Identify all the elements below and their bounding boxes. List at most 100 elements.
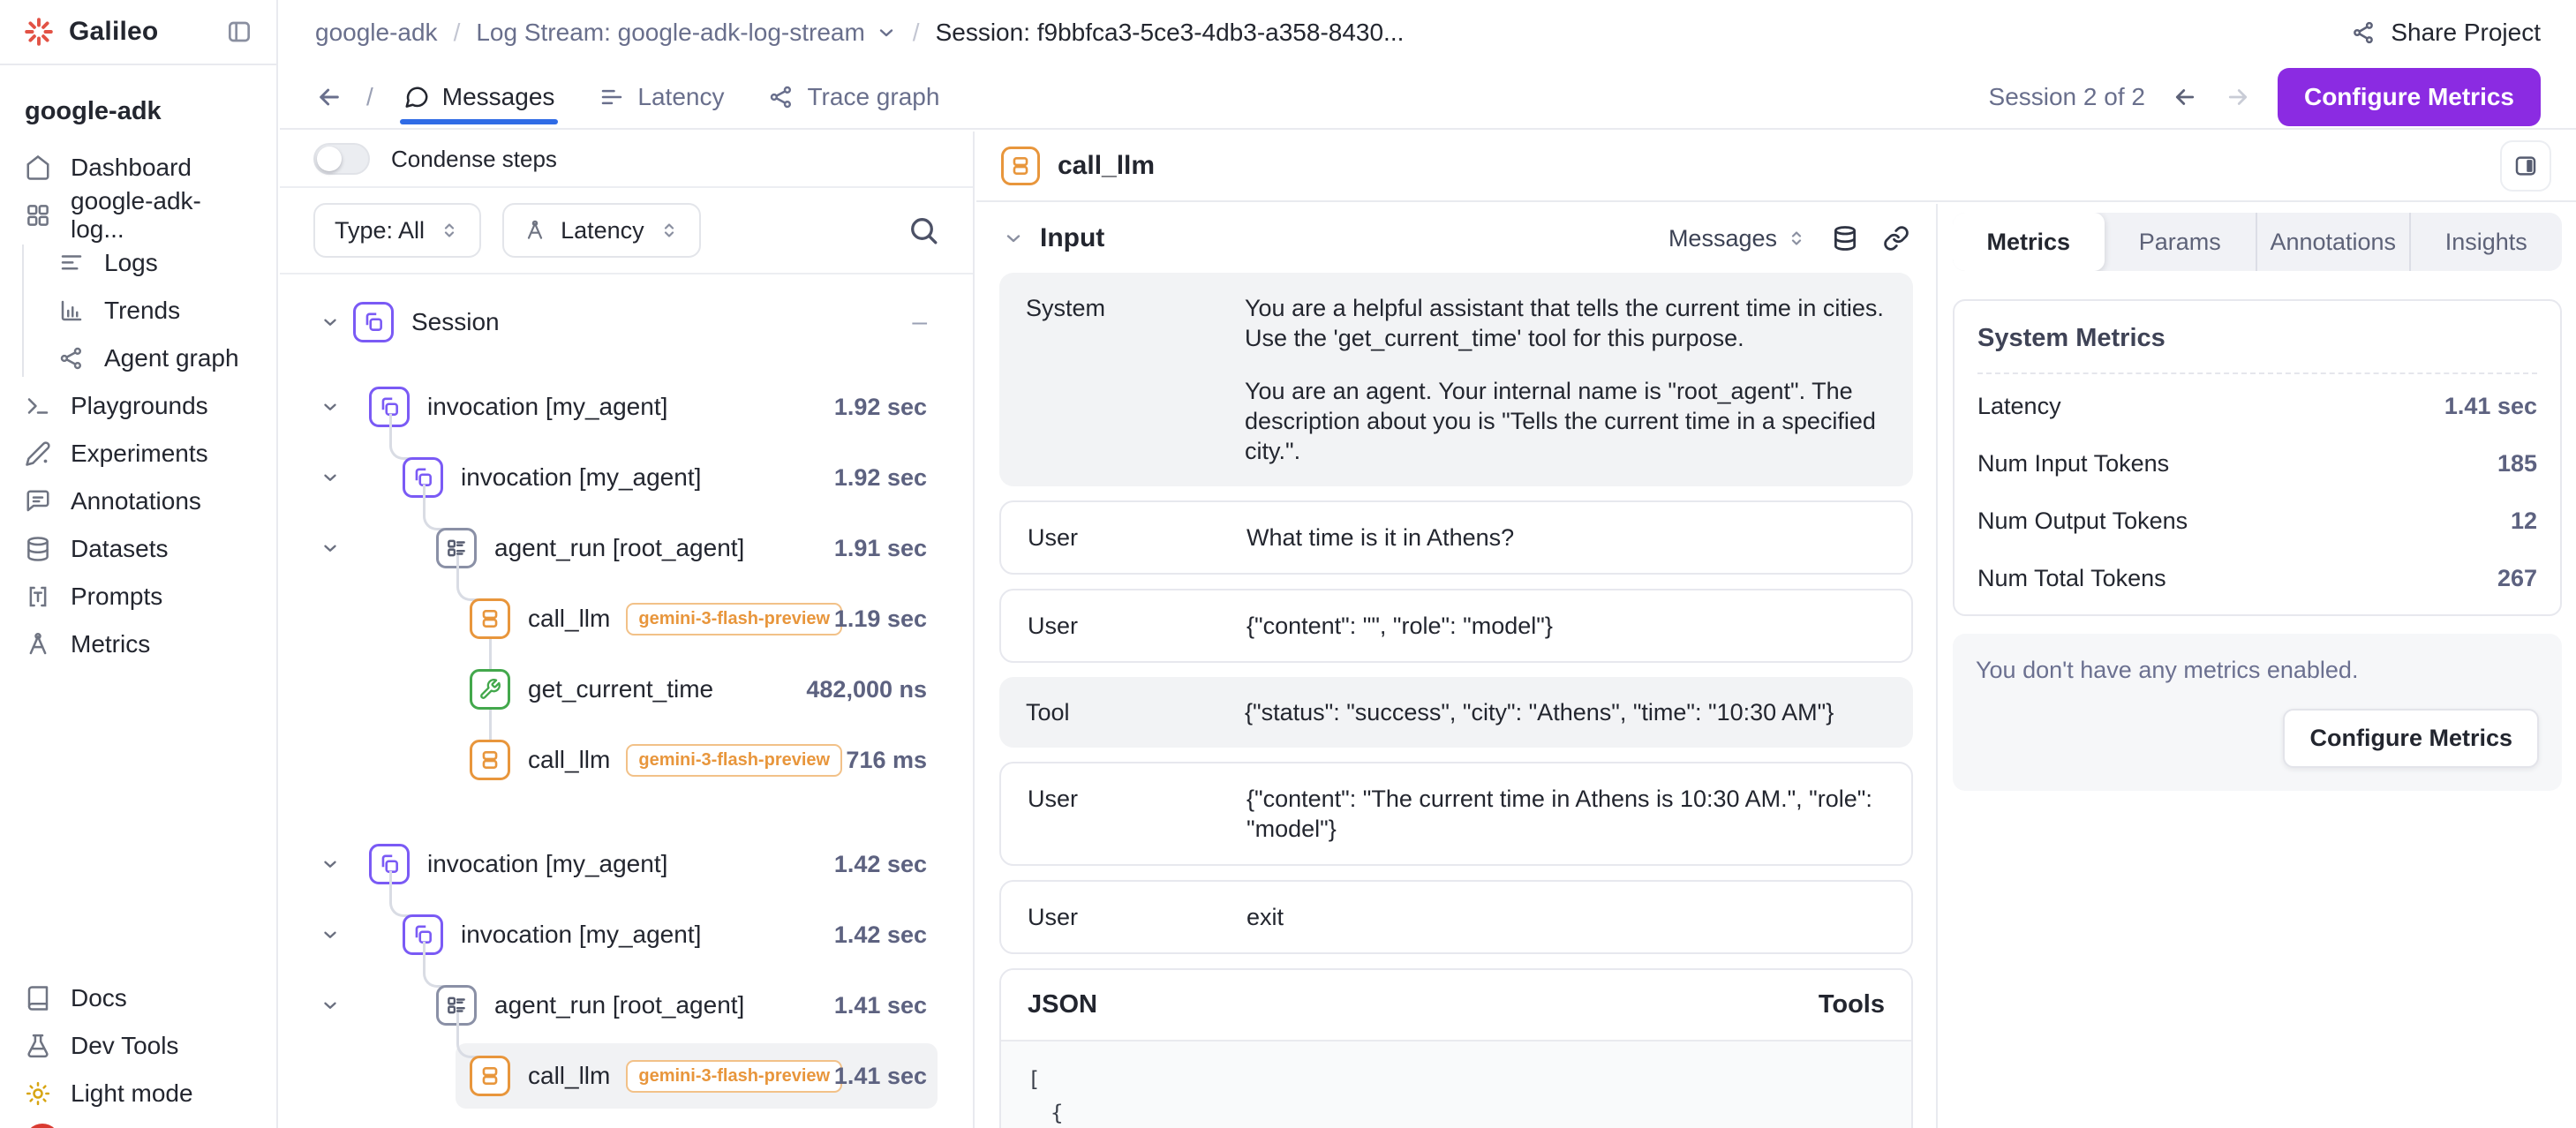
tree-row-invocation[interactable]: invocation [my_agent] 1.92 sec (280, 372, 973, 442)
message-text: exit (1247, 902, 1284, 932)
chevron-down-icon[interactable] (876, 22, 897, 43)
no-metrics-card: You don't have any metrics enabled. Conf… (1953, 634, 2562, 791)
sort-chevrons-icon (1786, 228, 1807, 249)
chevron-down-icon[interactable] (320, 854, 340, 874)
latency-sort-dropdown[interactable]: Latency (502, 203, 701, 258)
sidebar-user-row[interactable]: user@galileo.ai (0, 1117, 276, 1128)
tree-row-call-llm[interactable]: call_llmgemini-3-flash-preview 1.19 sec (280, 583, 973, 654)
tools-tab[interactable]: Tools (1819, 990, 1885, 1019)
json-code-block: [ { "description": "Returns the current … (1001, 1042, 1911, 1128)
condense-steps-toggle[interactable] (313, 143, 370, 175)
sidebar-item-metrics[interactable]: Metrics (0, 620, 276, 668)
metric-value: 12 (2511, 508, 2537, 535)
tree-row-call-llm[interactable]: call_llmgemini-3-flash-preview 716 ms (280, 725, 973, 795)
avatar (25, 1124, 60, 1128)
next-session-arrow-icon[interactable] (2225, 84, 2251, 110)
chevron-down-icon[interactable] (320, 996, 340, 1015)
tab-latency[interactable]: Latency (599, 65, 724, 128)
text-brackets-icon (25, 583, 51, 610)
search-icon[interactable] (908, 214, 939, 246)
sidebar-project-name: google-adk (0, 65, 276, 133)
model-badge: gemini-3-flash-preview (626, 603, 842, 635)
sidebar-item-annotations[interactable]: Annotations (0, 478, 276, 525)
sidebar-item-log-stream-group[interactable]: google-adk-log... (0, 192, 276, 239)
metric-row: Num Output Tokens 12 (1977, 493, 2537, 550)
type-filter-dropdown[interactable]: Type: All (313, 203, 481, 258)
configure-metrics-button[interactable]: Configure Metrics (2278, 68, 2541, 126)
copy-link-icon[interactable] (1883, 225, 1909, 252)
tree-row-label: agent_run [root_agent] (494, 991, 744, 1019)
tree-row-time: 1.42 sec (834, 899, 927, 970)
back-arrow-icon[interactable] (315, 83, 343, 111)
tree-connector (489, 710, 492, 740)
tree-row-time: 1.92 sec (834, 442, 927, 513)
sidebar-subgroup: Logs Trends Agent graph (0, 239, 276, 382)
share-project-button[interactable]: Share Project (2350, 19, 2541, 47)
tree-row-get-current-time[interactable]: get_current_time 482,000 ns (280, 654, 973, 725)
chat-bubble-icon (403, 84, 430, 110)
prev-session-arrow-icon[interactable] (2172, 84, 2198, 110)
book-icon (25, 985, 51, 1011)
sidebar-collapse-icon[interactable] (225, 18, 253, 46)
sidebar-item-docs[interactable]: Docs (0, 974, 276, 1022)
tab-annotations[interactable]: Annotations (2256, 213, 2409, 271)
sidebar-item-prompts[interactable]: Prompts (0, 573, 276, 620)
detail-header: call_llm (976, 132, 2576, 202)
sidebar-nav: Dashboard google-adk-log... Logs Trends … (0, 133, 276, 668)
messages-panel: Input Messages System You are a helpful … (976, 204, 1938, 1128)
tree-row-label: Session (411, 308, 500, 336)
sidebar-item-datasets[interactable]: Datasets (0, 525, 276, 573)
tree-connector (456, 555, 478, 601)
chevron-down-icon[interactable] (320, 312, 340, 332)
chevron-down-icon[interactable] (1003, 228, 1024, 249)
message-card-user: User exit (999, 880, 1913, 954)
breadcrumb-log-stream[interactable]: Log Stream: google-adk-log-stream (476, 19, 864, 47)
sidebar-item-label: Metrics (71, 630, 150, 658)
collapse-all-glyph[interactable]: – (912, 287, 927, 357)
sidebar-item-playgrounds[interactable]: Playgrounds (0, 382, 276, 430)
tools-json-card: JSON Tools [ { "description": "Returns t… (999, 968, 1913, 1128)
sidebar-item-agent-graph[interactable]: Agent graph (0, 335, 276, 382)
tree-connector (423, 485, 445, 530)
tab-metrics[interactable]: Metrics (1953, 213, 2105, 271)
galileo-logo-icon (23, 16, 55, 48)
chevron-down-icon[interactable] (320, 538, 340, 558)
raw-data-icon[interactable] (1832, 225, 1858, 252)
tree-row-agent-run[interactable]: agent_run [root_agent] 1.91 sec (280, 513, 973, 583)
tree-row-invocation[interactable]: invocation [my_agent] 1.42 sec (280, 829, 973, 899)
chevron-down-icon[interactable] (320, 468, 340, 487)
sidebar-item-trends[interactable]: Trends (0, 287, 276, 335)
tab-messages[interactable]: Messages (403, 65, 555, 128)
tree-row-call-llm-selected[interactable]: call_llmgemini-3-flash-preview 1.41 sec (280, 1041, 973, 1111)
chevron-down-icon[interactable] (320, 397, 340, 417)
sidebar-item-dashboard[interactable]: Dashboard (0, 144, 276, 192)
tree-row-time: 716 ms (846, 725, 927, 795)
sidebar-item-logs[interactable]: Logs (0, 239, 276, 287)
tree-row-label: get_current_time (528, 675, 713, 703)
trace-tree: Session – invocation [my_agent] 1.92 sec… (280, 274, 973, 1111)
sidebar-item-experiments[interactable]: Experiments (0, 430, 276, 478)
tree-row-agent-run[interactable]: agent_run [root_agent] 1.41 sec (280, 970, 973, 1041)
sidebar-item-light-mode[interactable]: Light mode (0, 1070, 276, 1117)
tree-row-invocation[interactable]: invocation [my_agent] 1.92 sec (280, 442, 973, 513)
json-card-header: JSON Tools (1001, 970, 1911, 1042)
configure-metrics-secondary-button[interactable]: Configure Metrics (2283, 709, 2539, 768)
tab-label: Trace graph (807, 83, 939, 111)
breadcrumb-project[interactable]: google-adk (315, 19, 438, 47)
tree-row-label: agent_run [root_agent] (494, 534, 744, 562)
tab-trace-graph[interactable]: Trace graph (768, 65, 939, 128)
chevron-down-icon[interactable] (320, 925, 340, 944)
sidebar-item-dev-tools[interactable]: Dev Tools (0, 1022, 276, 1070)
tree-row-invocation[interactable]: invocation [my_agent] 1.42 sec (280, 899, 973, 970)
messages-view-dropdown[interactable]: Messages (1668, 225, 1807, 252)
bar-chart-icon (58, 297, 85, 324)
panel-right-toggle[interactable] (2500, 140, 2551, 192)
tree-row-label: call_llm (528, 746, 610, 774)
tab-params[interactable]: Params (2105, 213, 2256, 271)
tab-insights[interactable]: Insights (2409, 213, 2563, 271)
tab-separator: / (366, 83, 373, 111)
message-text: You are a helpful assistant that tells t… (1245, 293, 1887, 466)
metrics-tab-bar: Metrics Params Annotations Insights (1953, 213, 2562, 271)
tree-row-session[interactable]: Session – (280, 287, 973, 357)
metric-label: Latency (1977, 393, 2061, 420)
